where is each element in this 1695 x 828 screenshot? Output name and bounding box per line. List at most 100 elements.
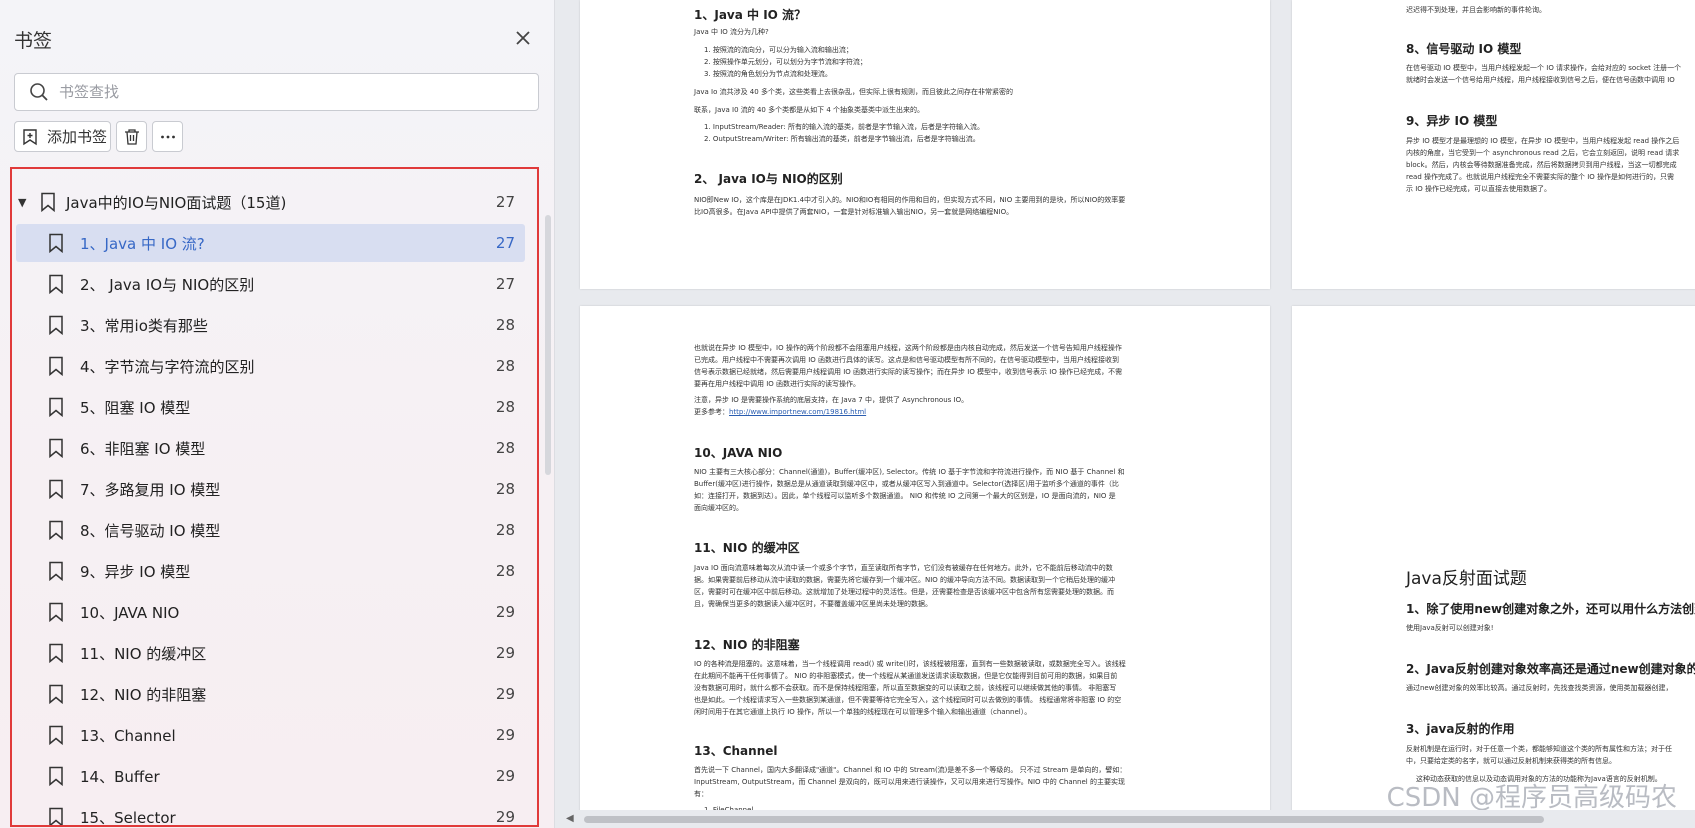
bookmark-item[interactable]: 10、JAVA NIO 29 [16,593,525,631]
text-line: 联系，Java I0 流的 40 多个类都是从如下 4 个抽象类基类中派生出来的… [694,106,925,114]
bookmark-item[interactable]: 14、Buffer 29 [16,757,525,795]
bookmark-item[interactable]: 6、非阻塞 IO 模型 28 [16,429,525,467]
bookmark-label: 6、非阻塞 IO 模型 [80,439,206,458]
search-icon [30,83,48,101]
document-viewer[interactable]: 1、Java 中 IO 流？ Java 中 IO 流分为几种? 1. 按照流的流… [556,0,1695,828]
text-line: 更多参考：http://www.importnew.com/19816.html [694,406,866,418]
bookmark-label: 4、字节流与字符流的区别 [80,357,255,376]
sidebar-scrollbar[interactable] [545,215,551,475]
bookmark-item[interactable]: ▼ Java中的IO与NIO面试题（15道) 27 [16,183,525,221]
bookmark-label: 1、Java 中 IO 流? [80,234,205,253]
bookmark-page: 28 [495,439,515,457]
bookmark-label: 7、多路复用 IO 模型 [80,480,221,499]
trash-icon [124,128,139,145]
text-line: 闲时间用于在其它通道上执行 IO 操作，所以一个单独的线程现在可以管理多个输入和… [694,708,1032,716]
text-label: 更多参考： [694,408,729,416]
bookmark-item[interactable]: 3、常用io类有那些 28 [16,306,525,344]
bookmark-page: 29 [495,726,515,744]
more-options-button[interactable] [152,121,183,152]
text-line: 示 IO 操作已经完成，可以直接去使用数据了。 [1406,185,1552,193]
text-line: 信号表示数据已经就绪，然后需要用户线程调用 IO 函数进行实际的读写操作；而在异… [694,368,1123,376]
text-line: 如：连接打开，数据到达）。因此，单个线程可以监听多个数据通道。 NIO 和传统 … [694,492,1116,500]
text-line: 有： [694,790,708,798]
text-line: InputStream, OutputStream，而 Channel 是双向的… [694,778,1125,786]
search-input[interactable] [59,83,499,101]
text-line: 2. 按照操作单元划分，可以划分为字节流和字符流； [704,58,867,66]
bookmark-page: 27 [495,193,515,211]
add-bookmark-button[interactable]: 添加书签 [14,121,111,152]
add-bookmark-icon [23,128,37,145]
text-line: 在此期间不能再干任何事情了。 NIO 的非阻塞模式，使一个线程从某通道发送请求读… [694,672,1118,680]
bookmark-icon [49,807,63,825]
text-line: 使用Java反射可以创建对象! [1406,624,1494,632]
bookmark-item[interactable]: 13、Channel 29 [16,716,525,754]
bookmark-label: 9、异步 IO 模型 [80,562,191,581]
bookmark-item[interactable]: 9、异步 IO 模型 28 [16,552,525,590]
text-line: 异步 IO 模型才是最理想的 IO 模型，在异步 IO 模型中，当用户线程发起 … [1406,137,1680,145]
text-line: 通过new创建对象的效率比较高。通过反射时，先找查找类资源，使用类加载器创建， [1406,684,1673,692]
bookmark-label: 8、信号驱动 IO 模型 [80,521,221,540]
text-line: Java IO 面向流意味着每次从流中读一个或多个字节，直至读取所有字节，它们没… [694,564,1113,572]
scrollbar-thumb[interactable] [584,816,1544,823]
bookmark-search[interactable] [14,73,539,111]
horizontal-scrollbar[interactable]: ◀ [556,810,1695,828]
text-line: 区，需要时可在缓冲区中前后移动。这就增加了处理过程中的灵活性。但是，还需要检查是… [694,588,1114,596]
bookmark-item[interactable]: 12、NIO 的非阻塞 29 [16,675,525,713]
text-line: read 操作完成了。也就说用户线程完全不需要实际的整个 IO 操作是如何进行的… [1406,173,1675,181]
bookmark-label: 2、 Java IO与 NIO的区别 [80,275,255,294]
bookmark-label: 12、NIO 的非阻塞 [80,685,207,704]
scroll-left-icon[interactable]: ◀ [566,813,574,824]
bookmark-item[interactable]: 2、 Java IO与 NIO的区别 27 [16,265,525,303]
text-line: 注意，异步 IO 是需要操作系统的底层支持，在 Java 7 中，提供了 Asy… [694,396,969,404]
text-line: 1. InputStream/Reader: 所有的输入流的基类，前者是字节输入… [704,123,984,131]
bookmark-label: 14、Buffer [80,767,160,786]
section-heading: 8、信号驱动 IO 模型 [1406,42,1522,56]
bookmark-page: 29 [495,685,515,703]
text-line: IO 的各种流是阻塞的。这意味着，当一个线程调用 read() 或 write(… [694,660,1126,668]
bookmark-item[interactable]: 8、信号驱动 IO 模型 28 [16,511,525,549]
section-heading: 9、异步 IO 模型 [1406,114,1498,128]
bookmark-item[interactable]: 5、阻塞 IO 模型 28 [16,388,525,426]
section-heading: 2、Java反射创建对象效率高还是通过new创建对象的效率 [1406,662,1695,676]
text-line: Java Io 流共涉及 40 多个类，这些类看上去很杂乱，但实际上很有规则，而… [694,88,1013,96]
bookmark-page: 28 [495,357,515,375]
bookmark-panel: 书签 添加书签 ▼ Java中的IO与NIO面试题（15道) 27 [0,0,555,828]
bookmark-icon [49,684,63,704]
reference-link[interactable]: http://www.importnew.com/19816.html [729,408,866,416]
bookmark-label: Java中的IO与NIO面试题（15道) [66,193,287,212]
text-line: 3. 按照流的角色划分为节点流和处理流。 [704,70,832,78]
bookmark-icon [49,561,63,581]
document-page: 也就说在异步 IO 模型中，IO 操作的两个阶段都不会阻塞用户线程，这两个阶段都… [580,306,1270,828]
text-line: 比IO高很多。在Java API中提供了两套NIO，一套是针对标准输入输出NIO… [694,208,1014,216]
text-line: NIO即New IO，这个库是在JDK1.4中才引入的。NIO和IO有相同的作用… [694,196,1126,204]
bookmark-page: 28 [495,480,515,498]
bookmark-icon [49,274,63,294]
collapse-triangle-icon[interactable]: ▼ [18,196,26,209]
text-line: 没有数据可用时，就什么都不会获取。而不是保持线程阻塞，所以直至数据变的可以读取之… [694,684,1117,692]
bookmark-label: 13、Channel [80,726,176,745]
text-line: 已完成。用户线程中不需要再次调用 IO 函数进行具体的读写。这点是和信号驱动模型… [694,356,1120,364]
bookmark-page: 28 [495,562,515,580]
bookmark-item[interactable]: 4、字节流与字符流的区别 28 [16,347,525,385]
text-line: 据。如果需要前后移动从流中读取的数据，需要先将它缓存到一个缓冲区。NIO 的缓冲… [694,576,1116,584]
bookmark-item[interactable]: 11、NIO 的缓冲区 29 [16,634,525,672]
bookmark-item[interactable]: 7、多路复用 IO 模型 28 [16,470,525,508]
watermark: CSDN @程序员高级码农 [1386,783,1677,813]
document-page: 迟迟得不到处理，并且会影响新的事件轮询。 8、信号驱动 IO 模型 在信号驱动 … [1292,0,1695,289]
text-line: Buffer(缓冲区)进行操作，数据总是从通道读取到缓冲区中，或者从缓冲区写入到… [694,480,1119,488]
section-heading: 1、Java 中 IO 流？ [694,8,807,22]
bookmark-label: 15、Selector [80,808,176,827]
bookmark-item[interactable]: 15、Selector 29 [16,798,525,827]
section-heading: 11、NIO 的缓冲区 [694,541,800,555]
bookmark-label: 3、常用io类有那些 [80,316,208,335]
text-line: 反射机制是在运行时，对于任意一个类，都能够知道这个类的所有属性和方法；对于任 [1406,745,1672,753]
bookmark-icon [49,520,63,540]
section-heading: 1、除了使用new创建对象之外，还可以用什么方法创建对 [1406,602,1695,616]
text-line: 迟迟得不到处理，并且会影响新的事件轮询。 [1406,6,1546,14]
delete-bookmark-button[interactable] [116,121,147,152]
section-heading: 3、java反射的作用 [1406,722,1515,736]
close-icon[interactable] [511,26,535,50]
bookmark-item[interactable]: 1、Java 中 IO 流? 27 [16,224,525,262]
text-line: 也是如此。一个线程请求写入一些数据到某通道，但不需要等待它完全写入，这个线程同时… [694,696,1122,704]
bookmark-icon [49,356,63,376]
